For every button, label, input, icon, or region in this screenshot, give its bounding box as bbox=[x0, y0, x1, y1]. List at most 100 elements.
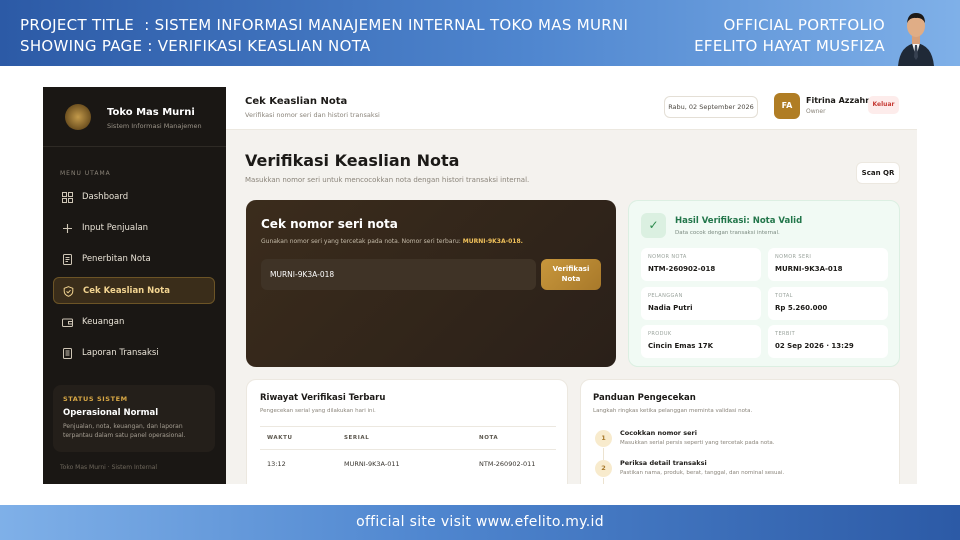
cell-serial: MURNI-9K3A-011 bbox=[344, 460, 400, 468]
divider bbox=[260, 426, 556, 427]
scan-qr-button[interactable]: Scan QR bbox=[856, 162, 900, 184]
check-hint-text: Gunakan nomor seri yang tercetak pada no… bbox=[261, 238, 461, 245]
user-role: Owner bbox=[806, 108, 826, 115]
column-header-serial: SERIAL bbox=[344, 435, 370, 441]
sidebar-item-label: Input Penjualan bbox=[82, 223, 149, 233]
brand-subtitle: Sistem Informasi Manajemen bbox=[107, 122, 202, 130]
official-site-text: official site visit www.efelito.my.id bbox=[356, 514, 604, 530]
logout-button[interactable]: Keluar bbox=[868, 96, 899, 114]
guide-title: Panduan Pengecekan bbox=[593, 393, 696, 403]
serial-check-card: Cek nomor seri nota Gunakan nomor seri y… bbox=[246, 200, 616, 367]
page-title: Verifikasi Keaslian Nota bbox=[245, 151, 460, 170]
field-pelanggan: PELANGGAN Nadia Putri bbox=[641, 287, 761, 320]
sidebar-item-laporan-transaksi[interactable]: Laporan Transaksi bbox=[53, 340, 215, 367]
step-number: 1 bbox=[595, 430, 612, 447]
field-total: TOTAL Rp 5.260.000 bbox=[768, 287, 888, 320]
avatar[interactable]: FA bbox=[774, 93, 800, 119]
serial-input[interactable] bbox=[261, 259, 536, 290]
result-subtitle: Data cocok dengan transaksi internal. bbox=[675, 230, 780, 236]
user-name: Fitrina Azzahra bbox=[806, 96, 875, 105]
field-value: NTM-260902-018 bbox=[648, 265, 716, 273]
field-value: Nadia Putri bbox=[648, 304, 693, 312]
field-label: NOMOR SERI bbox=[775, 254, 812, 260]
latest-serial: MURNI-9K3A-018. bbox=[462, 238, 523, 245]
step-description: Pastikan nama, produk, berat, tanggal, d… bbox=[620, 470, 785, 476]
topbar-subtitle: Verifikasi nomor seri dan histori transa… bbox=[245, 111, 380, 119]
field-terbit: TERBIT 02 Sep 2026 · 13:29 bbox=[768, 325, 888, 358]
project-title: PROJECT TITLE : SISTEM INFORMASI MANAJEM… bbox=[20, 16, 629, 34]
showing-page: SHOWING PAGE : VERIFIKASI KEASLIAN NOTA bbox=[20, 37, 371, 55]
sidebar-item-label: Penerbitan Nota bbox=[82, 254, 151, 264]
field-label: PELANGGAN bbox=[648, 293, 683, 299]
field-produk: PRODUK Cincin Emas 17K bbox=[641, 325, 761, 358]
step-connector bbox=[603, 478, 604, 484]
field-value: Cincin Emas 17K bbox=[648, 342, 714, 350]
portfolio-label: OFFICIAL PORTFOLIO bbox=[723, 16, 885, 34]
divider bbox=[260, 449, 556, 450]
field-value: 02 Sep 2026 · 13:29 bbox=[775, 342, 854, 350]
footer-banner: official site visit www.efelito.my.id bbox=[0, 505, 960, 540]
field-label: PRODUK bbox=[648, 331, 672, 337]
column-header-waktu: WAKTU bbox=[267, 435, 293, 441]
author-name: EFELITO HAYAT MUSFIZA bbox=[694, 37, 885, 55]
sidebar-item-label: Cek Keaslian Nota bbox=[83, 286, 170, 296]
banner-right: OFFICIAL PORTFOLIO EFELITO HAYAT MUSFIZA bbox=[694, 15, 885, 57]
step-title: Cocokkan nomor seri bbox=[620, 429, 697, 437]
field-nomor-nota: NOMOR NOTA NTM-260902-018 bbox=[641, 248, 761, 281]
sidebar-item-label: Laporan Transaksi bbox=[82, 348, 159, 358]
brand-name: Toko Mas Murni bbox=[107, 107, 195, 118]
result-title: Hasil Verifikasi: Nota Valid bbox=[675, 216, 803, 226]
check-hint: Gunakan nomor seri yang tercetak pada no… bbox=[261, 238, 523, 245]
document-icon bbox=[63, 254, 72, 265]
column-header-nota: NOTA bbox=[479, 435, 499, 441]
verification-history-card: Riwayat Verifikasi Terbaru Pengecekan se… bbox=[246, 379, 568, 484]
check-title: Cek nomor seri nota bbox=[261, 217, 398, 231]
date-display: Rabu, 02 September 2026 bbox=[664, 96, 758, 118]
history-subtitle: Pengecekan serial yang dilakukan hari in… bbox=[260, 408, 376, 414]
sidebar-item-keuangan[interactable]: Keuangan bbox=[53, 309, 215, 336]
checking-guide-card: Panduan Pengecekan Langkah ringkas ketik… bbox=[580, 379, 900, 484]
field-label: NOMOR NOTA bbox=[648, 254, 687, 260]
status-title: STATUS SISTEM bbox=[63, 395, 128, 403]
status-description: Penjualan, nota, keuangan, dan laporan t… bbox=[63, 423, 186, 439]
brand: Toko Mas Murni Sistem Informasi Manajeme… bbox=[43, 87, 226, 147]
banner-left: PROJECT TITLE : SISTEM INFORMASI MANAJEM… bbox=[20, 15, 628, 57]
field-label: TOTAL bbox=[775, 293, 793, 299]
field-nomor-seri: NOMOR SERI MURNI-9K3A-018 bbox=[768, 248, 888, 281]
sidebar-footer: Toko Mas Murni · Sistem Internal bbox=[60, 464, 158, 471]
sidebar-item-cek-keaslian-nota[interactable]: Cek Keaslian Nota bbox=[53, 277, 215, 304]
sidebar-item-dashboard[interactable]: Dashboard bbox=[53, 184, 215, 211]
step-title: Periksa detail transaksi bbox=[620, 459, 707, 467]
wallet-icon bbox=[62, 318, 73, 327]
verify-button[interactable]: Verifikasi Nota bbox=[541, 259, 601, 290]
main-content: Cek Keaslian Nota Verifikasi nomor seri … bbox=[226, 87, 917, 484]
cell-waktu: 13:12 bbox=[267, 460, 286, 468]
verification-result-card: ✓ Hasil Verifikasi: Nota Valid Data coco… bbox=[628, 200, 900, 367]
topbar-title: Cek Keaslian Nota bbox=[245, 96, 348, 107]
report-icon bbox=[63, 348, 72, 359]
grid-icon bbox=[62, 192, 73, 203]
portfolio-banner: PROJECT TITLE : SISTEM INFORMASI MANAJEM… bbox=[0, 0, 960, 66]
menu-label: MENU UTAMA bbox=[60, 170, 111, 177]
sidebar-item-penerbitan-nota[interactable]: Penerbitan Nota bbox=[53, 246, 215, 273]
topbar: Cek Keaslian Nota Verifikasi nomor seri … bbox=[226, 87, 917, 130]
system-status-card: STATUS SISTEM Operasional Normal Penjual… bbox=[53, 385, 215, 452]
verify-button-line2: Nota bbox=[561, 274, 581, 283]
field-value: MURNI-9K3A-018 bbox=[775, 265, 843, 273]
sidebar-item-label: Keuangan bbox=[82, 317, 125, 327]
step-connector bbox=[603, 448, 604, 460]
sidebar-item-label: Dashboard bbox=[82, 192, 129, 202]
field-value: Rp 5.260.000 bbox=[775, 304, 828, 312]
plus-icon bbox=[63, 224, 72, 233]
shield-icon bbox=[63, 286, 74, 297]
author-portrait bbox=[898, 13, 934, 66]
guide-subtitle: Langkah ringkas ketika pelanggan meminta… bbox=[593, 408, 753, 414]
status-value: Operasional Normal bbox=[63, 408, 159, 418]
check-icon: ✓ bbox=[641, 213, 666, 238]
sidebar-item-input-penjualan[interactable]: Input Penjualan bbox=[53, 215, 215, 242]
verify-button-line1: Verifikasi bbox=[552, 265, 590, 273]
step-description: Masukkan serial persis seperti yang terc… bbox=[620, 440, 775, 446]
field-label: TERBIT bbox=[775, 331, 796, 337]
page-subtitle: Masukkan nomor seri untuk mencocokkan no… bbox=[245, 176, 530, 184]
history-title: Riwayat Verifikasi Terbaru bbox=[260, 393, 386, 403]
